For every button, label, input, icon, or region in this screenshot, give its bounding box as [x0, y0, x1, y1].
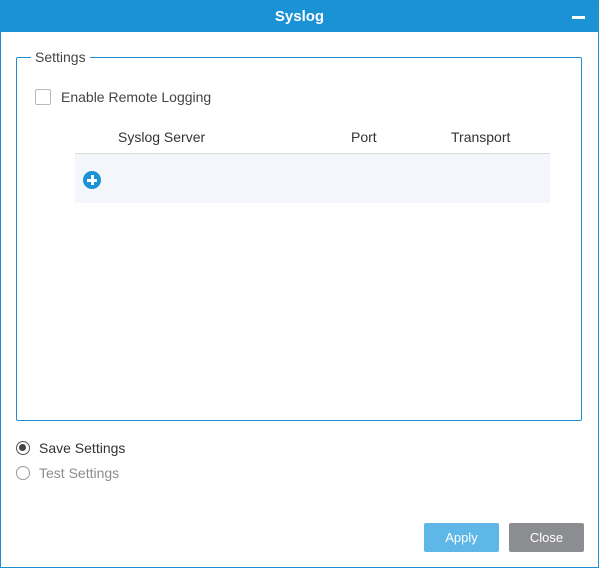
table-header: Syslog Server Port Transport [75, 124, 550, 154]
test-settings-radio[interactable] [16, 466, 30, 480]
apply-button[interactable]: Apply [424, 523, 499, 552]
save-settings-label: Save Settings [39, 440, 126, 456]
syslog-server-table: Syslog Server Port Transport [75, 124, 550, 203]
enable-remote-logging-label: Enable Remote Logging [61, 89, 212, 105]
column-header-transport: Transport [451, 129, 511, 145]
close-button[interactable]: Close [509, 523, 584, 552]
test-settings-label: Test Settings [39, 465, 120, 481]
save-settings-radio[interactable] [16, 441, 30, 455]
enable-remote-logging-checkbox-row[interactable]: Enable Remote Logging [35, 89, 211, 105]
settings-fieldset: Settings Enable Remote Logging Syslog Se… [16, 49, 582, 421]
column-header-syslog-server: Syslog Server [118, 129, 206, 145]
settings-legend: Settings [31, 49, 90, 65]
enable-remote-logging-checkbox[interactable] [35, 89, 51, 105]
add-row [75, 154, 550, 203]
syslog-window: Syslog Settings Enable Remote Logging Sy… [0, 0, 599, 568]
plus-circle-icon[interactable] [83, 171, 101, 189]
save-settings-radio-row[interactable]: Save Settings [16, 440, 125, 456]
test-settings-radio-row[interactable]: Test Settings [16, 465, 119, 481]
column-header-port: Port [351, 129, 377, 145]
title-bar: Syslog [1, 1, 598, 32]
window-title: Syslog [274, 8, 325, 25]
minimize-icon[interactable] [572, 16, 585, 19]
